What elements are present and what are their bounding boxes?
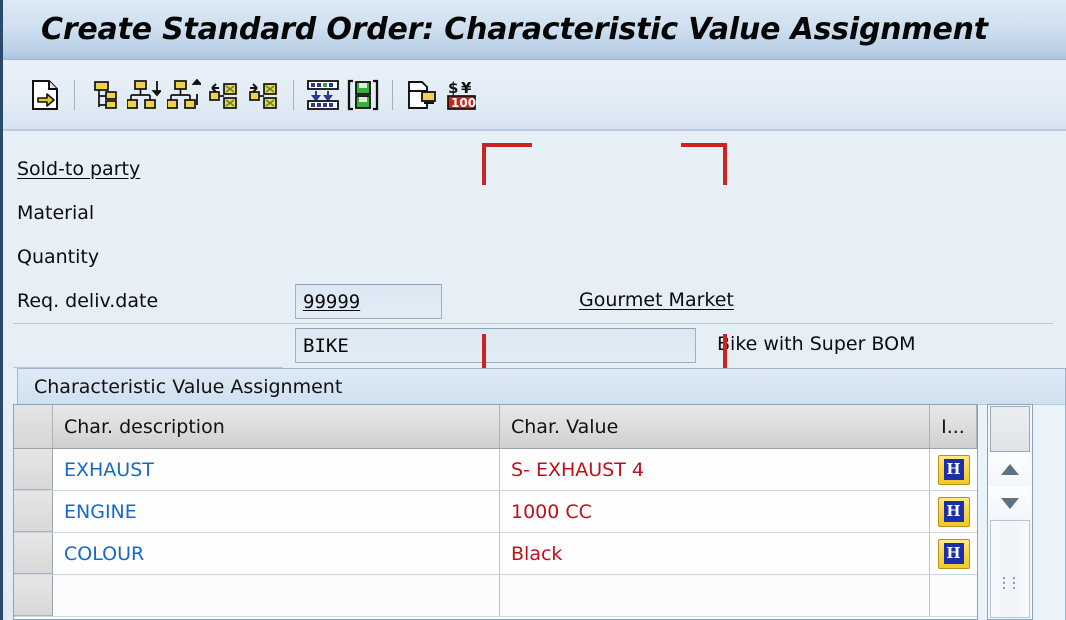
form-row-quantity: Quantity	[3, 235, 99, 279]
sap-screen: Create Standard Order: Characteristic Va…	[0, 0, 1066, 620]
sold-to-party-label: Sold-to party	[17, 158, 140, 180]
svg-text:$: $	[448, 79, 458, 97]
table-row[interactable]: EXHAUST S- EXHAUST 4 H	[14, 449, 977, 491]
copy-document-icon[interactable]	[402, 74, 442, 116]
form-row-req-deliv-date: Req. deliv.date	[3, 279, 158, 323]
grid-header-char-description[interactable]: Char. description	[53, 405, 500, 448]
cell-char-value[interactable]	[500, 575, 930, 616]
cell-info: H	[930, 491, 977, 532]
scrollbar-track[interactable]	[990, 520, 1030, 618]
grid-header-row: Char. description Char. Value I...	[14, 405, 977, 449]
panel-header: Characteristic Value Assignment	[18, 369, 1065, 405]
page-title: Create Standard Order: Characteristic Va…	[41, 12, 988, 47]
row-selector[interactable]	[14, 449, 53, 490]
structure-down-icon[interactable]	[124, 74, 164, 116]
cell-info: H	[930, 449, 977, 490]
cell-char-description: COLOUR	[53, 533, 500, 574]
characteristic-grid: Char. description Char. Value I... EXHAU…	[13, 404, 978, 620]
currency-value-icon[interactable]: $ ¥ 100	[442, 74, 482, 116]
document-export-icon[interactable]	[25, 74, 65, 116]
req-deliv-date-label: Req. deliv.date	[17, 290, 158, 312]
info-help-icon[interactable]: H	[938, 455, 970, 485]
grid-header-char-value[interactable]: Char. Value	[500, 405, 930, 448]
material-label: Material	[17, 202, 94, 224]
sold-to-party-input[interactable]: 99999	[295, 284, 442, 319]
form-row-material: Material	[3, 191, 94, 235]
structure-next-icon[interactable]	[244, 74, 284, 116]
structure-previous-icon[interactable]	[204, 74, 244, 116]
form-row-sold-to-party: Sold-to party	[3, 147, 140, 191]
order-header-form: Sold-to party 99999 Gourmet Market Mater…	[3, 133, 1066, 365]
svg-text:¥: ¥	[461, 79, 472, 97]
grid-header-select-all[interactable]	[14, 405, 53, 448]
toolbar-separator	[392, 80, 393, 110]
scrollbar-grip-icon[interactable]	[1003, 577, 1017, 589]
window-title-bar: Create Standard Order: Characteristic Va…	[3, 0, 1066, 60]
save-variant-icon[interactable]	[343, 74, 383, 116]
quantity-label: Quantity	[17, 246, 99, 268]
table-row[interactable]: ENGINE 1000 CC H	[14, 491, 977, 533]
cell-char-value[interactable]: S- EXHAUST 4	[500, 449, 930, 490]
material-input[interactable]: BIKE	[295, 328, 696, 363]
cell-info	[930, 575, 977, 616]
row-selector[interactable]	[14, 491, 53, 532]
cell-char-description: EXHAUST	[53, 449, 500, 490]
structure-up-icon[interactable]	[164, 74, 204, 116]
characteristic-grid-area: Char. description Char. Value I... EXHAU…	[13, 404, 1058, 620]
application-toolbar: $ ¥ 100	[3, 61, 1066, 131]
info-help-icon[interactable]: H	[938, 539, 970, 569]
table-row[interactable]: COLOUR Black H	[14, 533, 977, 575]
customer-name-text: Gourmet Market	[579, 289, 734, 311]
table-row-empty[interactable]	[14, 575, 977, 617]
info-help-icon[interactable]: H	[938, 497, 970, 527]
collapse-all-icon[interactable]	[303, 74, 343, 116]
row-selector[interactable]	[14, 575, 53, 616]
cell-char-description: ENGINE	[53, 491, 500, 532]
scroll-up-arrow-icon[interactable]	[989, 452, 1031, 486]
cell-info: H	[930, 533, 977, 574]
svg-text:100: 100	[451, 96, 476, 110]
cell-char-description	[53, 575, 500, 616]
grid-header-info[interactable]: I...	[930, 405, 977, 448]
panel-title: Characteristic Value Assignment	[34, 376, 342, 398]
toolbar-separator	[293, 80, 294, 110]
toolbar-separator	[74, 80, 75, 110]
form-divider	[13, 323, 1053, 324]
cell-char-value[interactable]: 1000 CC	[500, 491, 930, 532]
scrollbar-corner-box	[990, 406, 1030, 452]
scroll-down-arrow-icon[interactable]	[989, 486, 1031, 520]
cell-char-value[interactable]: Black	[500, 533, 930, 574]
grid-vertical-scrollbar[interactable]	[987, 404, 1033, 620]
row-selector[interactable]	[14, 533, 53, 574]
tree-structure-icon[interactable]	[84, 74, 124, 116]
material-description-text: Bike with Super BOM	[717, 333, 915, 355]
